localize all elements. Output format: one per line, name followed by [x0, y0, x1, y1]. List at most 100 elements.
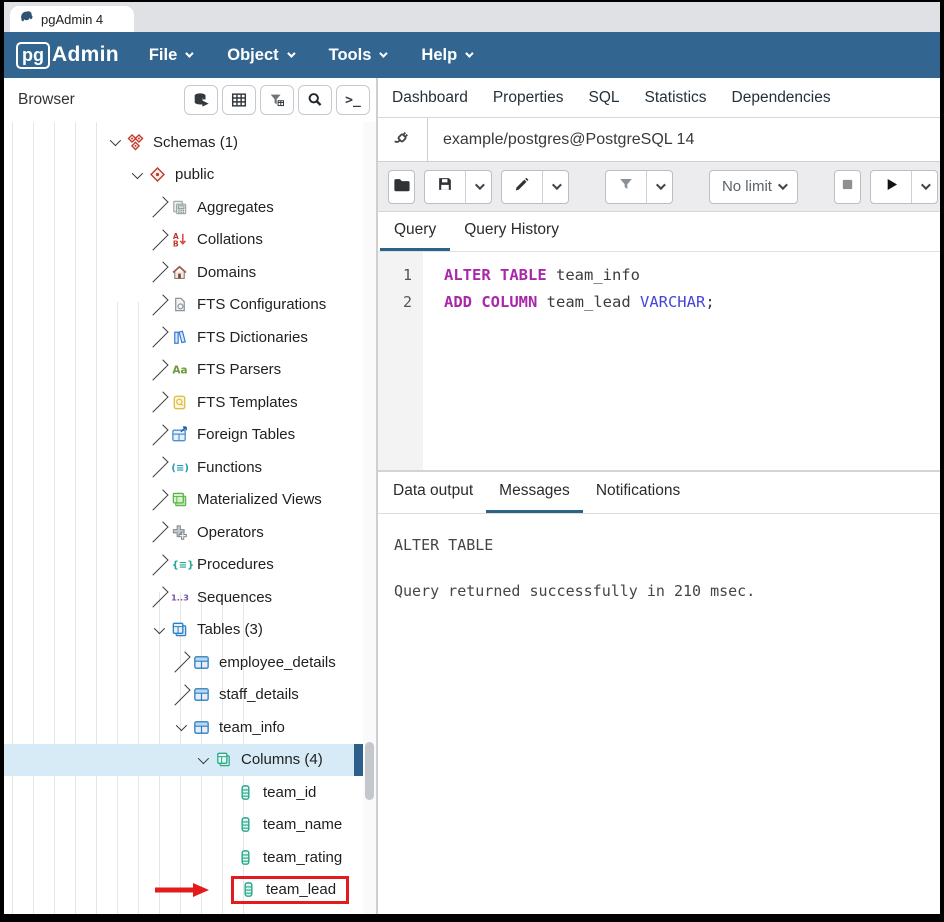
- chevron-right-icon[interactable]: [147, 398, 169, 406]
- tab-dependencies[interactable]: Dependencies: [732, 89, 831, 107]
- chevron-down-icon[interactable]: [103, 138, 125, 146]
- tree-item-domains[interactable]: Domains: [4, 256, 363, 289]
- tree-item-public[interactable]: public: [4, 159, 363, 192]
- tab-messages[interactable]: Messages: [486, 472, 583, 513]
- chevron-right-icon[interactable]: [147, 431, 169, 439]
- sql-token: team_info: [547, 266, 640, 284]
- tree-item-label: FTS Templates: [197, 394, 298, 411]
- chevron-right-icon[interactable]: [147, 593, 169, 601]
- tree-item-foreign-tables[interactable]: Foreign Tables: [4, 419, 363, 452]
- fts-dictionaries-icon: [169, 327, 190, 347]
- edit-button[interactable]: [502, 171, 542, 203]
- tree-item-fts-configurations[interactable]: FTS Configurations: [4, 289, 363, 322]
- tree-item-team-rating[interactable]: team_rating: [4, 841, 363, 874]
- tab-statistics[interactable]: Statistics: [645, 89, 707, 107]
- tree-item-schemas-1[interactable]: Schemas (1): [4, 126, 363, 159]
- chevron-right-icon[interactable]: [147, 528, 169, 536]
- filtered-rows-icon: [268, 91, 286, 109]
- row-limit-select[interactable]: No limit: [709, 170, 798, 204]
- column-icon: [235, 815, 256, 835]
- tab-notifications[interactable]: Notifications: [583, 472, 693, 513]
- tree-scrollbar[interactable]: [363, 122, 376, 914]
- workspace-panel: Dashboard Properties SQL Statistics Dependen…: [378, 78, 940, 914]
- browser-tab[interactable]: pgAdmin 4: [10, 6, 134, 32]
- chevron-right-icon[interactable]: [147, 496, 169, 504]
- tab-sql[interactable]: SQL: [588, 89, 619, 107]
- tree-item-label: Sequences: [197, 589, 272, 606]
- chevron-right-icon[interactable]: [147, 366, 169, 374]
- tab-query[interactable]: Query: [380, 212, 450, 251]
- tree-item-materialized-views[interactable]: Materialized Views: [4, 484, 363, 517]
- columns-icon: [213, 750, 234, 770]
- chevron-right-icon[interactable]: [147, 203, 169, 211]
- chevron-right-icon[interactable]: [147, 561, 169, 569]
- edit-dropdown-button[interactable]: [542, 171, 568, 203]
- menu-object[interactable]: Object: [227, 46, 292, 65]
- tree-scrollbar-thumb[interactable]: [365, 742, 374, 800]
- save-dropdown-button[interactable]: [465, 171, 491, 203]
- tree-item-team-name[interactable]: team_name: [4, 809, 363, 842]
- tree-item-fts-parsers[interactable]: AaFTS Parsers: [4, 354, 363, 387]
- tree-item-operators[interactable]: Operators: [4, 516, 363, 549]
- tab-data-output[interactable]: Data output: [380, 472, 486, 513]
- browser-tab-title: pgAdmin 4: [41, 12, 103, 27]
- tree-item-staff-details[interactable]: staff_details: [4, 679, 363, 712]
- chevron-down-icon[interactable]: [191, 756, 213, 764]
- tree-item-team-lead[interactable]: team_lead: [4, 874, 363, 907]
- line-number: 2: [378, 289, 423, 316]
- tab-query-history[interactable]: Query History: [450, 212, 573, 251]
- tree-item-tables-3[interactable]: Tables (3): [4, 614, 363, 647]
- browser-panel-header: Browser: [4, 78, 376, 122]
- tree-item-label: Materialized Views: [197, 491, 322, 508]
- menu-tools[interactable]: Tools: [329, 46, 386, 65]
- view-data-button[interactable]: [222, 85, 256, 115]
- filter-dropdown-button[interactable]: [646, 171, 672, 203]
- chevron-right-icon[interactable]: [169, 658, 191, 666]
- tree-item-fts-templates[interactable]: FTS Templates: [4, 386, 363, 419]
- tree-item-team-id[interactable]: team_id: [4, 776, 363, 809]
- execute-button[interactable]: [871, 171, 911, 203]
- editor-code[interactable]: ALTER TABLE team_infoADD COLUMN team_lea…: [423, 252, 940, 470]
- menu-help[interactable]: Help: [421, 46, 471, 65]
- chevron-down-icon[interactable]: [169, 723, 191, 731]
- psql-tool-button[interactable]: >_: [336, 85, 370, 115]
- chevron-right-icon[interactable]: [147, 333, 169, 341]
- filtered-rows-button[interactable]: [260, 85, 294, 115]
- chevron-right-icon[interactable]: [147, 301, 169, 309]
- menu-bar: File Object Tools Help: [149, 46, 471, 65]
- chevron-down-icon[interactable]: [125, 171, 147, 179]
- chevron-down-icon[interactable]: [147, 626, 169, 634]
- save-button[interactable]: [425, 171, 465, 203]
- tree-item-team-info[interactable]: team_info: [4, 711, 363, 744]
- tree-item-label: team_rating: [263, 849, 342, 866]
- chevron-right-icon[interactable]: [147, 463, 169, 471]
- query-tool-button[interactable]: [184, 85, 218, 115]
- execute-dropdown-button[interactable]: [911, 171, 937, 203]
- tree-item-label: Schemas (1): [153, 134, 238, 151]
- tree-item-employee-details[interactable]: employee_details: [4, 646, 363, 679]
- tab-properties[interactable]: Properties: [493, 89, 564, 107]
- tree-item-collations[interactable]: ABCollations: [4, 224, 363, 257]
- tree-item-fts-dictionaries[interactable]: FTS Dictionaries: [4, 321, 363, 354]
- chevron-right-icon[interactable]: [169, 691, 191, 699]
- tree-item-columns-4[interactable]: Columns (4): [4, 744, 363, 777]
- tree-item-label: FTS Parsers: [197, 361, 281, 378]
- open-file-button[interactable]: [388, 170, 415, 204]
- connection-status-cell[interactable]: [378, 118, 428, 161]
- svg-text:{≡}: {≡}: [172, 560, 195, 571]
- tree-item-aggregates[interactable]: Aggregates: [4, 191, 363, 224]
- chevron-down-icon: [380, 49, 388, 57]
- pgadmin-window: pgAdmin 4 pgAdmin FileObjectToolsHelp Br…: [4, 2, 940, 914]
- tree-item-functions[interactable]: (≡)Functions: [4, 451, 363, 484]
- search-objects-button[interactable]: [298, 85, 332, 115]
- tree-item-procedures[interactable]: {≡}Procedures: [4, 549, 363, 582]
- stop-button[interactable]: [834, 170, 861, 204]
- sql-editor[interactable]: 12 ALTER TABLE team_infoADD COLUMN team_…: [378, 252, 940, 470]
- filter-button[interactable]: [606, 171, 646, 203]
- tree-item-sequences[interactable]: 1..3Sequences: [4, 581, 363, 614]
- chevron-right-icon[interactable]: [147, 268, 169, 276]
- chevron-right-icon[interactable]: [147, 236, 169, 244]
- menu-file[interactable]: File: [149, 46, 191, 65]
- connection-string[interactable]: example/postgres@PostgreSQL 14: [428, 118, 694, 161]
- tab-dashboard[interactable]: Dashboard: [392, 89, 468, 107]
